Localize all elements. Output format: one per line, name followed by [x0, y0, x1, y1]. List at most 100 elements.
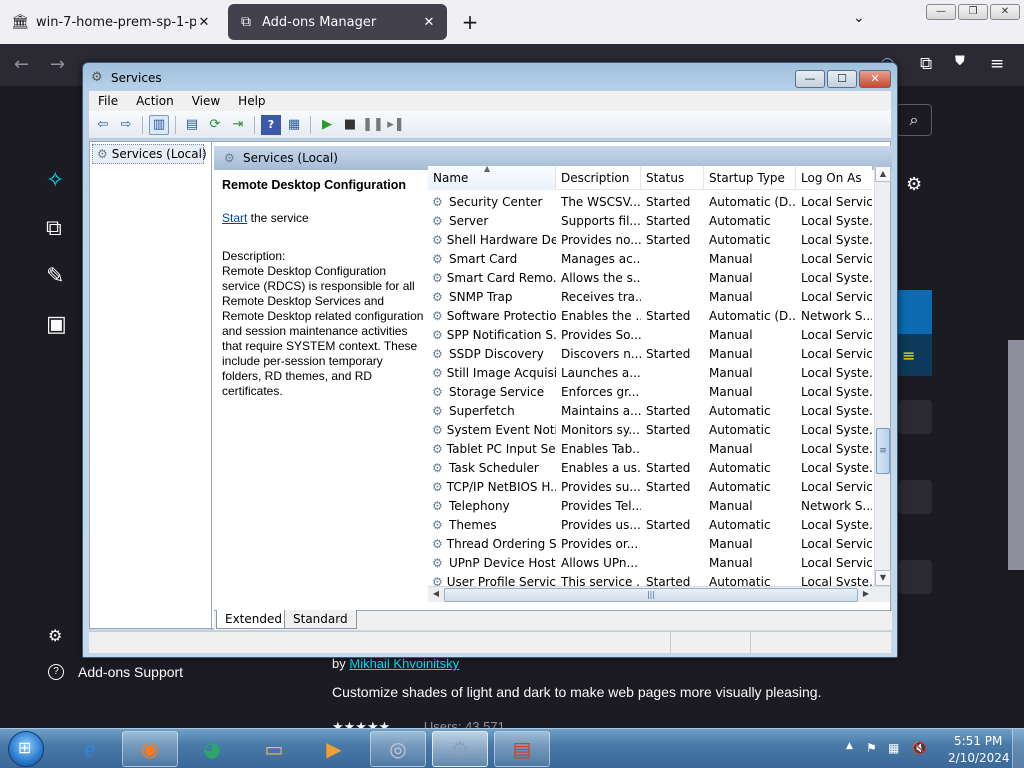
close-icon[interactable]: ✕: [421, 15, 437, 30]
table-row[interactable]: ⚙ Smart Card Remo... Allows the s... Manual…: [428, 268, 872, 287]
restore-button[interactable]: ❐: [958, 4, 988, 20]
search-icon[interactable]: ⌕: [896, 104, 932, 136]
back-arrow-icon[interactable]: ⇦: [93, 115, 113, 135]
cell-startup-type: Manual: [709, 346, 753, 361]
table-row[interactable]: ⚙ Thread Ordering S... Provides or... Manua…: [428, 534, 872, 553]
column-header-log-on-as[interactable]: Log On As: [796, 166, 872, 190]
table-row[interactable]: ⚙ Software Protection Enables the ... Start…: [428, 306, 872, 325]
table-row[interactable]: ⚙Shell Hardware De... Provides no... Start…: [428, 230, 872, 249]
show-action-pane-icon[interactable]: ▦: [284, 115, 304, 135]
scroll-down-icon[interactable]: ▼: [875, 570, 891, 586]
scroll-up-icon[interactable]: ▲: [875, 166, 891, 182]
scroll-thumb[interactable]: |||: [444, 588, 858, 602]
themes-icon[interactable]: ✎: [46, 264, 64, 289]
table-row[interactable]: ⚙ Smart Card Manages ac... Manual Local Serv…: [428, 249, 872, 268]
table-row[interactable]: ⚙ SNMP Trap Receives tra... Manual Local Ser…: [428, 287, 872, 306]
list-all-tabs-button[interactable]: ⌄: [853, 10, 865, 26]
tab-extended[interactable]: Extended: [216, 610, 291, 629]
minimize-button[interactable]: —: [926, 4, 956, 20]
menu-view[interactable]: View: [183, 94, 229, 108]
volume-muted-icon[interactable]: 🔇: [912, 741, 927, 755]
tab-addons-manager[interactable]: ⧉ Add-ons Manager ✕: [228, 4, 447, 40]
minimize-button[interactable]: —: [795, 70, 825, 88]
network-icon[interactable]: ▦: [888, 741, 899, 755]
scroll-right-icon[interactable]: ▶: [858, 587, 874, 603]
close-window-button[interactable]: ✕: [990, 4, 1020, 20]
media-center-icon[interactable]: ◕: [184, 731, 240, 767]
export-list-icon[interactable]: ⇥: [228, 115, 248, 135]
column-header-description[interactable]: Description: [556, 166, 641, 190]
table-row[interactable]: ⚙ UPnP Device Host Allows UPn... Manual Loca…: [428, 553, 872, 572]
table-row[interactable]: ⚙ SSDP Discovery Discovers n... Started Manu…: [428, 344, 872, 363]
extensions-icon[interactable]: ⧉: [46, 216, 62, 241]
restart-service-icon[interactable]: ▸❚: [386, 115, 406, 135]
menu-icon[interactable]: ≡: [902, 346, 915, 365]
gear-icon[interactable]: ⚙: [48, 626, 62, 645]
scroll-thumb[interactable]: ≡: [876, 428, 890, 474]
maximize-button[interactable]: ☐: [827, 70, 857, 88]
horizontal-scrollbar[interactable]: ◀ ||| ▶: [428, 586, 890, 602]
help-icon[interactable]: ?: [261, 114, 281, 135]
show-desktop-button[interactable]: [1012, 729, 1024, 768]
forward-arrow-icon[interactable]: ⇨: [116, 115, 136, 135]
new-tab-button[interactable]: +: [458, 10, 482, 34]
action-center-flag-icon[interactable]: ⚑: [866, 741, 877, 755]
start-service-link[interactable]: Start: [222, 211, 247, 225]
table-row[interactable]: ⚙ Superfetch Maintains a... Started Automati…: [428, 401, 872, 420]
author-link[interactable]: Mikhail Khvoinitsky: [349, 656, 459, 671]
column-header-startup-type[interactable]: Startup Type: [704, 166, 796, 190]
recommendations-icon[interactable]: ✧: [46, 168, 64, 193]
clock-time[interactable]: 5:51 PM: [954, 734, 1002, 748]
plugins-icon[interactable]: ▣: [46, 312, 67, 337]
page-scrollbar[interactable]: [1008, 340, 1024, 570]
menu-help[interactable]: Help: [229, 94, 274, 108]
forward-icon[interactable]: →: [50, 54, 65, 75]
toolbar-separator: [175, 115, 176, 134]
toolbox-icon[interactable]: ▤: [494, 731, 550, 767]
close-icon[interactable]: ✕: [196, 15, 212, 30]
table-row[interactable]: ⚙Still Image Acquisi... Launches a... Manu…: [428, 363, 872, 382]
column-header-name[interactable]: ▲ Name: [428, 166, 556, 190]
gear-icon[interactable]: ⚙: [906, 174, 922, 195]
internet-explorer-icon[interactable]: ℯ: [62, 731, 118, 767]
firefox-icon[interactable]: ◉: [122, 731, 178, 767]
table-row[interactable]: ⚙ Security Center The WSCSV... Started Autom…: [428, 192, 872, 211]
services-icon[interactable]: ⚙: [432, 731, 488, 767]
tab-win7-download[interactable]: 🏛 win-7-home-prem-sp-1-polish ✕: [2, 4, 222, 40]
show-hidden-icons-icon[interactable]: ▲: [846, 741, 853, 751]
refresh-icon[interactable]: ⟳: [205, 115, 225, 135]
table-row[interactable]: ⚙ SPP Notification S... Provides So... Manu…: [428, 325, 872, 344]
table-row[interactable]: ⚙ Telephony Provides Tel... Manual Network S…: [428, 496, 872, 515]
vertical-scrollbar[interactable]: ▲ ≡ ▼: [874, 166, 891, 586]
scroll-left-icon[interactable]: ◀: [428, 587, 444, 603]
table-row[interactable]: ⚙System Event Noti... Monitors sy... Start…: [428, 420, 872, 439]
table-row[interactable]: ⚙ Themes Provides us... Started Automatic Loc…: [428, 515, 872, 534]
dvd-icon[interactable]: ◎: [370, 731, 426, 767]
tree-item-services-local[interactable]: ⚙ Services (Local): [92, 144, 207, 164]
pause-service-icon[interactable]: ❚❚: [362, 115, 384, 135]
menu-action[interactable]: Action: [127, 94, 183, 108]
start-service-icon[interactable]: ▶: [317, 115, 337, 135]
ublock-icon[interactable]: ⛊: [955, 54, 965, 69]
show-hide-console-tree-icon[interactable]: ▥: [149, 114, 169, 135]
tab-standard[interactable]: Standard: [284, 610, 357, 629]
table-row[interactable]: ⚙ Task Scheduler Enables a us... Started Aut…: [428, 458, 872, 477]
table-row[interactable]: ⚙ Storage Service Enforces gr... Manual Loca…: [428, 382, 872, 401]
clock-date[interactable]: 2/10/2024: [948, 751, 1010, 765]
extensions-icon[interactable]: ⧉: [920, 54, 932, 74]
stop-service-icon[interactable]: ■: [340, 115, 360, 135]
close-button[interactable]: ✕: [859, 70, 891, 88]
media-player-icon[interactable]: ▶: [306, 731, 362, 767]
start-button[interactable]: ⊞: [8, 731, 44, 767]
menu-icon[interactable]: ≡: [990, 54, 1004, 74]
addons-support-link[interactable]: ? Add-ons Support: [48, 664, 183, 680]
menu-file[interactable]: File: [89, 94, 127, 108]
back-icon[interactable]: ←: [14, 54, 29, 75]
properties-sheet-icon[interactable]: ▤: [182, 115, 202, 135]
column-header-status[interactable]: Status: [641, 166, 704, 190]
table-row[interactable]: ⚙ Server Supports fil... Started Automatic Lo…: [428, 211, 872, 230]
table-row[interactable]: ⚙ Tablet PC Input Se... Enables Tab... Manu…: [428, 439, 872, 458]
addon-card-edge: [898, 290, 932, 334]
explorer-icon[interactable]: ▭: [246, 731, 302, 767]
table-row[interactable]: ⚙ TCP/IP NetBIOS H... Provides su... Starte…: [428, 477, 872, 496]
